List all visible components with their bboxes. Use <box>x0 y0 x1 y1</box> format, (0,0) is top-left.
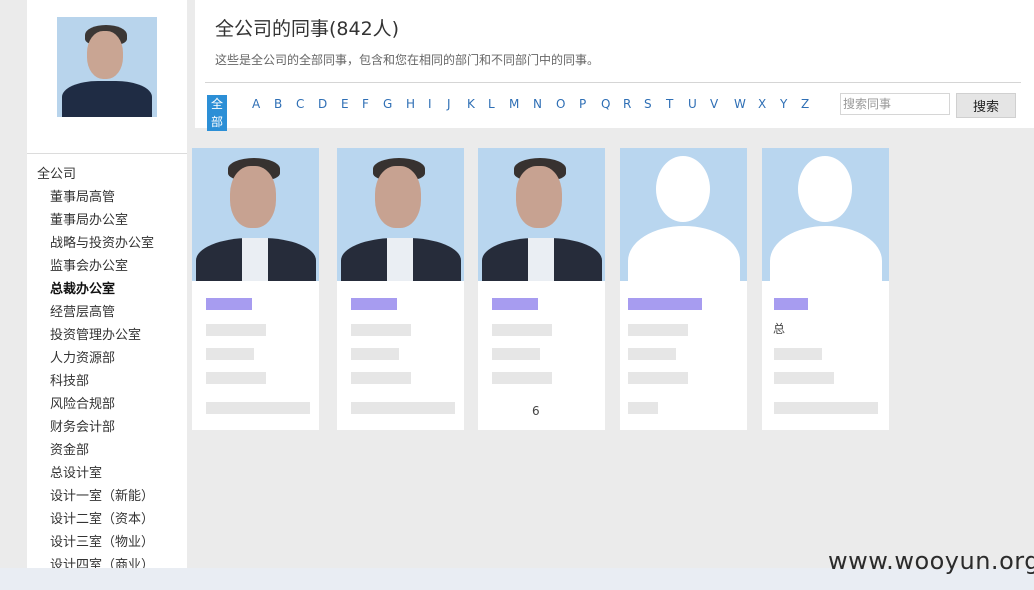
colleague-info-fragment: 总 <box>773 322 786 336</box>
letter-filter-item[interactable]: Z <box>801 95 809 113</box>
colleague-info <box>351 372 411 384</box>
letter-filter-item[interactable]: D <box>318 95 327 113</box>
watermark: www.wooyun.org <box>828 547 1034 575</box>
colleague-info <box>492 348 540 360</box>
letter-filter-all[interactable]: 全部 <box>207 95 228 131</box>
default-avatar-icon[interactable] <box>762 148 889 281</box>
colleague-info <box>206 372 266 384</box>
colleague-card[interactable]: 6 <box>478 148 605 430</box>
colleague-card[interactable] <box>620 148 747 430</box>
letter-filter-item[interactable]: S <box>644 95 652 113</box>
colleague-info <box>351 348 399 360</box>
search-button[interactable]: 搜索 <box>956 93 1016 118</box>
sidebar: 全公司 董事局高管 董事局办公室 战略与投资办公室 监事会办公室 总裁办公室 经营层高管投… <box>27 0 187 568</box>
header-divider <box>205 82 1021 83</box>
letter-filter-item[interactable]: V <box>710 95 718 113</box>
search-input[interactable] <box>840 93 950 115</box>
letter-filter-item[interactable]: Q <box>601 95 610 113</box>
colleague-card[interactable] <box>192 148 319 430</box>
colleague-photo[interactable] <box>192 148 319 281</box>
letter-filter-item[interactable]: F <box>362 95 369 113</box>
colleague-info <box>351 324 411 336</box>
colleague-name[interactable] <box>206 298 252 310</box>
letter-filter-item[interactable]: J <box>447 95 451 113</box>
department-item[interactable]: 设计一室（新能） <box>27 487 187 510</box>
colleague-card[interactable]: 总 <box>762 148 889 430</box>
colleague-info <box>628 348 676 360</box>
letter-filter-item[interactable]: W <box>734 95 746 113</box>
colleague-info <box>206 324 266 336</box>
department-item[interactable]: 总裁办公室 <box>27 280 187 303</box>
letter-filter-item[interactable]: I <box>428 95 432 113</box>
colleague-photo[interactable] <box>478 148 605 281</box>
default-avatar-icon[interactable] <box>620 148 747 281</box>
letter-filter-item[interactable]: R <box>623 95 631 113</box>
colleague-name[interactable] <box>774 298 808 310</box>
colleague-name[interactable] <box>351 298 397 310</box>
page-title: 全公司的同事(842人) <box>215 18 400 40</box>
colleague-info <box>206 402 310 414</box>
department-item[interactable]: 设计二室（资本） <box>27 510 187 533</box>
colleague-info-fragment: 6 <box>532 404 540 418</box>
letter-filter-item[interactable]: P <box>579 95 586 113</box>
colleague-info <box>492 372 552 384</box>
letter-filter-item[interactable]: H <box>406 95 415 113</box>
letter-filter-item[interactable]: K <box>467 95 475 113</box>
colleague-name[interactable] <box>628 298 702 310</box>
colleagues-header: 全公司的同事(842人) 这些是全公司的全部同事，包含和您在相同的部门和不同部门… <box>195 0 1034 131</box>
department-item[interactable]: 董事局办公室 <box>27 211 187 234</box>
department-item[interactable]: 战略与投资办公室 <box>27 234 187 257</box>
department-item[interactable]: 资金部 <box>27 441 187 464</box>
colleague-info <box>774 372 834 384</box>
department-list: 全公司 董事局高管 董事局办公室 战略与投资办公室 监事会办公室 总裁办公室 经营层高管投… <box>27 165 187 568</box>
letter-filter-item[interactable]: U <box>688 95 697 113</box>
department-item[interactable]: 财务会计部 <box>27 418 187 441</box>
letter-filter-item[interactable]: T <box>666 95 673 113</box>
page-description: 这些是全公司的全部同事，包含和您在相同的部门和不同部门中的同事。 <box>215 53 600 67</box>
colleague-card[interactable] <box>337 148 464 430</box>
colleague-info <box>774 348 822 360</box>
colleague-info <box>628 324 688 336</box>
department-item[interactable]: 风险合规部 <box>27 395 187 418</box>
department-root[interactable]: 全公司 <box>27 165 187 188</box>
letter-filter-item[interactable]: C <box>296 95 304 113</box>
department-item[interactable]: 经营层高管 <box>27 303 187 326</box>
department-item[interactable]: 设计三室（物业） <box>27 533 187 556</box>
department-item[interactable]: 设计四室（商业） <box>27 556 187 568</box>
letter-filter-item[interactable]: B <box>274 95 282 113</box>
colleague-info <box>492 324 552 336</box>
user-avatar[interactable] <box>57 17 157 117</box>
letter-filter-item[interactable]: G <box>383 95 392 113</box>
letter-filter-item[interactable]: X <box>758 95 766 113</box>
colleague-name[interactable] <box>492 298 538 310</box>
sidebar-divider <box>27 153 187 154</box>
colleague-info <box>351 402 455 414</box>
letter-filter-item[interactable]: Y <box>780 95 787 113</box>
colleague-photo[interactable] <box>337 148 464 281</box>
department-item[interactable]: 科技部 <box>27 372 187 395</box>
letter-filter-item[interactable]: E <box>341 95 349 113</box>
letter-filter-item[interactable]: L <box>488 95 495 113</box>
colleague-info <box>628 372 688 384</box>
colleague-info <box>206 348 254 360</box>
department-item[interactable]: 总设计室 <box>27 464 187 487</box>
letter-filter-item[interactable]: N <box>533 95 542 113</box>
letter-filter-item[interactable]: A <box>252 95 260 113</box>
department-item[interactable]: 人力资源部 <box>27 349 187 372</box>
colleague-info <box>774 402 878 414</box>
colleague-info <box>628 402 658 414</box>
letter-filter-item[interactable]: M <box>509 95 519 113</box>
department-item[interactable]: 监事会办公室 <box>27 257 187 280</box>
department-item[interactable]: 董事局高管 <box>27 188 187 211</box>
department-item[interactable]: 投资管理办公室 <box>27 326 187 349</box>
letter-filter-item[interactable]: O <box>556 95 565 113</box>
